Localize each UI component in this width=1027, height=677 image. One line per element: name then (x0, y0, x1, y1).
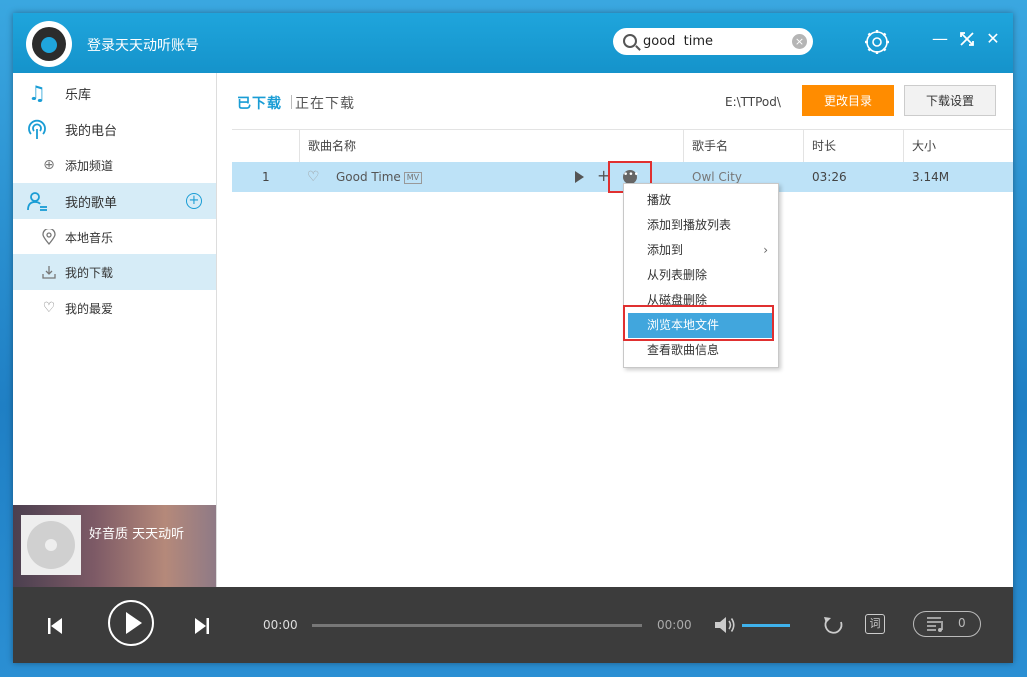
add-playlist-icon[interactable]: + (186, 193, 202, 209)
loop-mode-icon[interactable] (821, 614, 847, 636)
player-bar: 00:00 00:00 词 0 (13, 587, 1013, 663)
download-icon (37, 260, 61, 284)
location-pin-icon (37, 225, 61, 249)
gear-icon[interactable] (864, 29, 890, 55)
heart-icon: ♡ (42, 300, 56, 316)
progress-bar[interactable] (312, 624, 642, 627)
column-duration[interactable]: 时长 (803, 130, 904, 162)
volume-fill (742, 624, 790, 627)
restore-button[interactable] (957, 29, 977, 49)
search-input[interactable] (643, 32, 783, 50)
annotation-highlight-browse (623, 305, 774, 341)
app-window: 登录天天动听账号 × — ✕ ♫ (13, 13, 1013, 663)
favorite-heart-icon[interactable]: ♡ (307, 170, 320, 184)
tab-divider (291, 95, 292, 109)
add-channel-icon: ⊕ (43, 157, 55, 173)
login-link[interactable]: 登录天天动听账号 (87, 35, 199, 55)
menu-item-song-info[interactable]: 查看歌曲信息 (624, 338, 778, 363)
search-icon[interactable] (623, 34, 637, 48)
change-directory-button[interactable]: 更改目录 (802, 85, 894, 116)
sidebar-item-label: 我的电台 (65, 123, 118, 139)
column-size[interactable]: 大小 (903, 130, 1013, 162)
sidebar-item-label: 本地音乐 (65, 230, 114, 245)
duration: 03:26 (812, 170, 847, 184)
table-header: 歌曲名称 歌手名 时长 大小 (232, 129, 1013, 163)
song-title-text: Good Time (336, 170, 401, 184)
tab-downloading[interactable]: 正在下载 (295, 93, 355, 113)
album-cover (21, 515, 81, 575)
file-size: 3.14M (912, 170, 950, 184)
column-artist[interactable]: 歌手名 (683, 130, 804, 162)
sidebar-item-label: 我的下载 (65, 265, 114, 280)
download-path: E:\TTPod\ (725, 95, 781, 109)
previous-track-icon[interactable] (47, 616, 63, 636)
main-panel: 已下载 正在下载 E:\TTPod\ 更改目录 下载设置 歌曲名称 歌手名 时长… (217, 73, 1013, 587)
sidebar-item-label: 添加频道 (65, 158, 114, 173)
logo-headphone-icon (32, 27, 66, 61)
close-button[interactable]: ✕ (983, 29, 1003, 49)
ttpod-logo[interactable] (26, 21, 72, 67)
promo-text: 好音质 天天动听 (89, 527, 185, 542)
lyrics-button[interactable]: 词 (865, 614, 885, 634)
sidebar-item-label: 我的歌单 (65, 195, 118, 211)
sidebar-item-local-music[interactable]: 本地音乐 (13, 219, 216, 255)
menu-item-label: 添加到播放列表 (647, 218, 732, 232)
menu-item-add-to[interactable]: 添加到 › (624, 238, 778, 263)
sidebar-item-my-playlists[interactable]: 我的歌单 + (13, 183, 216, 219)
tab-downloaded[interactable]: 已下载 (237, 93, 282, 113)
column-song-name[interactable]: 歌曲名称 (299, 130, 684, 162)
volume-icon[interactable] (713, 614, 737, 636)
sidebar-item-add-channel[interactable]: ⊕ 添加频道 (13, 147, 216, 183)
menu-item-play[interactable]: 播放 (624, 188, 778, 213)
play-button[interactable] (108, 600, 154, 646)
playlist-icon (927, 617, 943, 632)
cd-disc-icon (27, 521, 75, 569)
menu-item-add-to-playlist[interactable]: 添加到播放列表 (624, 213, 778, 238)
row-index: 1 (262, 170, 270, 184)
play-icon[interactable] (575, 171, 584, 183)
mv-badge[interactable]: MV (403, 172, 423, 184)
radio-antenna-icon (25, 117, 49, 141)
menu-item-label: 添加到 (647, 243, 684, 257)
sidebar-item-radio[interactable]: 我的电台 (13, 111, 216, 147)
chevron-right-icon: › (763, 243, 768, 257)
sidebar-item-label: 我的最爱 (65, 301, 114, 316)
promo-banner[interactable]: 好音质 天天动听 (13, 505, 216, 587)
title-bar: 登录天天动听账号 × — ✕ (13, 13, 1013, 73)
clear-search-icon[interactable]: × (792, 34, 807, 49)
menu-item-remove-from-list[interactable]: 从列表删除 (624, 263, 778, 288)
sidebar-item-favorites[interactable]: ♡ 我的最爱 (13, 290, 216, 326)
sidebar-item-label: 乐库 (65, 87, 92, 103)
next-track-icon[interactable] (194, 616, 210, 636)
download-settings-button[interactable]: 下载设置 (904, 85, 996, 116)
user-list-icon (25, 189, 49, 213)
menu-item-label: 从列表删除 (647, 268, 708, 282)
sidebar-item-my-downloads[interactable]: 我的下载 (13, 254, 216, 290)
menu-item-label: 播放 (647, 193, 672, 207)
menu-item-label: 查看歌曲信息 (647, 343, 720, 357)
song-title: Good Time MV (336, 162, 423, 192)
volume-slider[interactable] (742, 624, 790, 627)
music-note-icon: ♫ (28, 81, 46, 105)
sidebar-item-library[interactable]: ♫ 乐库 (13, 75, 216, 111)
search-box: × (613, 28, 813, 55)
total-time: 00:00 (657, 618, 692, 632)
current-time: 00:00 (263, 618, 298, 632)
play-queue-button[interactable]: 0 (913, 611, 981, 637)
queue-count: 0 (958, 616, 966, 630)
minimize-button[interactable]: — (930, 29, 950, 49)
sidebar: ♫ 乐库 我的电台 ⊕ 添加频道 我的歌单 + 本地音乐 我的下载 ♡ 我的最爱… (13, 73, 217, 587)
